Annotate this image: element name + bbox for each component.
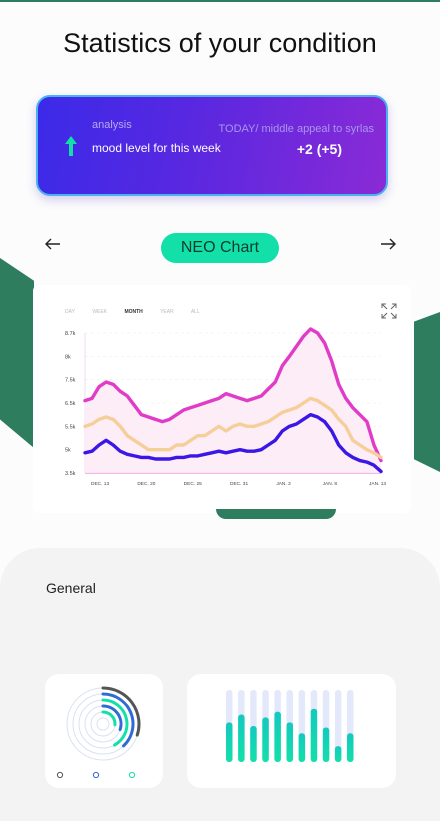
decor-green-bottom (216, 509, 336, 519)
bar-fill (286, 722, 293, 762)
legend-dot (92, 771, 100, 779)
arrow-right-icon[interactable] (378, 234, 398, 254)
page-title: Statistics of your condition (63, 28, 377, 58)
bars-card[interactable] (187, 674, 396, 788)
x-tick-label: DEC. 20 (137, 481, 155, 487)
rings-card[interactable] (45, 674, 163, 788)
neo-chart-button[interactable]: NEO Chart (161, 233, 279, 263)
bar-fill (310, 708, 318, 762)
x-tick-label: JAN. 13 (369, 481, 386, 487)
app-screen: Statistics of your condition analysis mo… (0, 0, 440, 821)
y-tick-label: 5.5k (65, 424, 76, 430)
general-title: General (46, 580, 96, 596)
bar-fill (347, 733, 354, 762)
x-tick-label: JAN. 3 (276, 481, 291, 487)
x-tick-label: DEC. 31 (230, 481, 248, 487)
x-tick-label: DEC. 25 (184, 481, 202, 487)
bar-fill (322, 727, 330, 762)
neo-chart-card: DAY WEEK MONTH YEAR ALL 8.7k 8k 7.5k 6.5k 5.… (33, 285, 411, 513)
y-tick-label: 3.5k (65, 471, 76, 477)
bar-fill (226, 722, 233, 762)
decor-green-right (414, 312, 440, 472)
arrow-up-icon (65, 136, 77, 156)
y-tick-label: 7.5k (65, 378, 76, 384)
legend-dot (56, 771, 64, 779)
legend-dot (128, 771, 136, 779)
bar-fill (238, 714, 245, 762)
rings-chart (56, 686, 141, 779)
top-accent-line (0, 0, 440, 2)
today-text: TODAY/ middle appeal to syrlas (218, 123, 375, 135)
bar-fill (262, 717, 269, 762)
y-tick-label: 8k (65, 354, 71, 360)
mood-delta-value: +2 (+5) (296, 141, 342, 157)
y-tick-label: 6.5k (65, 401, 76, 407)
bar-fill (274, 711, 281, 762)
bar-fill (298, 733, 306, 762)
y-tick-label: 8.7k (65, 331, 76, 337)
arrow-left-icon[interactable] (43, 234, 63, 254)
bars-chart (226, 690, 354, 762)
y-tick-label: 5k (65, 448, 71, 454)
x-tick-label: DEC. 13 (91, 481, 109, 487)
mood-level-text: mood level for this week (92, 141, 221, 155)
analysis-label: analysis (92, 119, 132, 131)
bar-fill (334, 746, 342, 762)
bar-fill (250, 726, 257, 762)
neo-line-chart: 8.7k 8k 7.5k 6.5k 5.5k 5k 3.5k DEC. 13 DEC. 20 DE… (65, 327, 386, 487)
x-tick-label: JAN. 8 (323, 481, 338, 487)
general-section: General (0, 548, 440, 821)
decor-green-left (0, 258, 34, 448)
analysis-card[interactable]: analysis mood level for this week TODAY/… (36, 95, 388, 196)
ring-track (96, 717, 110, 731)
